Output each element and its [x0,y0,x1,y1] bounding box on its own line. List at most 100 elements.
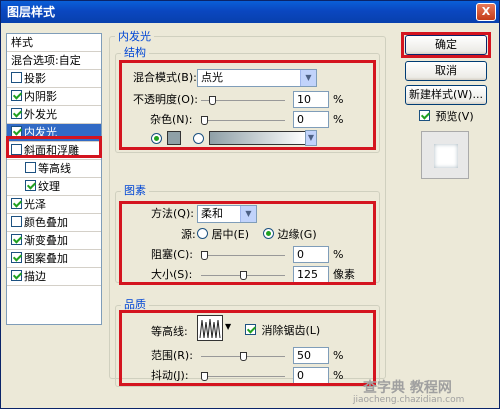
anti-alias-label: 消除锯齿(L) [261,324,321,337]
chevron-down-icon: ▼ [306,131,316,145]
style-list-item-label: 内阴影 [24,90,57,103]
style-list-item[interactable]: 图案叠加 [7,250,101,268]
ok-button[interactable]: 确定 [405,35,487,55]
choke-percent: % [333,248,344,261]
slider-thumb[interactable] [240,352,247,361]
checkbox-icon[interactable] [25,162,36,173]
source-center-label: 居中(E) [211,228,250,241]
elements-title: 图素 [121,185,149,197]
slider-thumb[interactable] [201,372,208,381]
checkbox-icon[interactable] [11,72,22,83]
checkbox-icon[interactable] [11,90,22,101]
range-input[interactable]: 50 [293,347,329,364]
gradient-radio[interactable] [193,133,204,146]
checkbox-icon[interactable] [11,270,22,281]
size-slider[interactable] [201,270,285,280]
style-list-item-label: 渐变叠加 [24,234,68,247]
style-list-item[interactable]: 斜面和浮雕 [7,142,101,160]
title-bar[interactable]: 图层样式 X [1,1,499,23]
style-list-item[interactable]: 投影 [7,70,101,88]
preview-checkbox[interactable]: 预览(V) [419,108,474,126]
checkbox-icon[interactable] [11,108,22,119]
anti-alias-checkbox[interactable]: 消除锯齿(L) [245,322,320,340]
slider-thumb[interactable] [240,271,247,280]
style-list-item-label: 投影 [24,72,46,85]
range-label: 范围(R): [151,349,193,362]
slider-thumb[interactable] [209,96,216,105]
checkbox-icon [245,324,256,335]
style-list-item-label: 样式 [11,36,33,49]
preview-label: 预览(V) [435,110,474,123]
style-list-item[interactable]: 混合选项:自定 [7,52,101,70]
noise-slider[interactable] [201,115,285,125]
technique-value: 柔和 [201,207,223,220]
range-slider[interactable] [201,351,285,361]
style-list-item-label: 颜色叠加 [24,216,68,229]
gradient-swatch[interactable] [209,131,307,145]
style-list-item[interactable]: 光泽 [7,196,101,214]
checkbox-icon[interactable] [11,216,22,227]
quality-title: 品质 [121,299,149,311]
inner-glow-title: 内发光 [115,31,154,43]
style-list-item[interactable]: 渐变叠加 [7,232,101,250]
glow-color-swatch[interactable] [167,131,181,145]
style-list-item[interactable]: 纹理 [7,178,101,196]
checkbox-icon[interactable] [11,198,22,209]
style-list-item-label: 光泽 [24,198,46,211]
style-list-item[interactable]: 等高线 [7,160,101,178]
solid-color-radio[interactable] [151,133,162,146]
checkbox-icon[interactable] [11,252,22,263]
style-list-item[interactable]: 内阴影 [7,88,101,106]
noise-input[interactable]: 0 [293,111,329,128]
source-center-radio[interactable]: 居中(E) [197,226,249,244]
style-list-item-label: 等高线 [38,162,71,175]
opacity-input[interactable]: 10 [293,91,329,108]
noise-percent: % [333,113,344,126]
style-list-item[interactable]: 内发光 [7,124,101,142]
structure-title: 结构 [121,47,149,59]
jitter-slider[interactable] [201,371,285,381]
style-list-item[interactable]: 描边 [7,268,101,286]
size-pixels: 像素 [333,268,355,281]
style-list-item[interactable]: 颜色叠加 [7,214,101,232]
radio-icon [197,228,208,239]
style-list-item-label: 图案叠加 [24,252,68,265]
checkbox-icon[interactable] [25,180,36,191]
jitter-label: 抖动(J): [151,369,189,382]
contour-curve-icon [199,318,221,339]
source-edge-label: 边缘(G) [277,228,317,241]
new-style-button[interactable]: 新建样式(W)... [405,85,487,105]
radio-dot-icon [151,133,162,144]
gradient-picker-button[interactable]: ▼ [305,130,317,146]
watermark-title: 查字典 教程网 [363,380,452,396]
range-percent: % [333,349,344,362]
checkbox-icon[interactable] [11,144,22,155]
technique-select[interactable]: 柔和 ▼ [197,205,257,223]
style-list-item[interactable]: 样式 [7,34,101,52]
slider-thumb[interactable] [201,116,208,125]
style-list-item-label: 混合选项:自定 [11,54,81,67]
source-label: 源: [181,228,196,241]
opacity-slider[interactable] [201,95,285,105]
choke-slider[interactable] [201,250,285,260]
radio-empty-icon [193,133,204,144]
jitter-input[interactable]: 0 [293,367,329,384]
source-edge-radio[interactable]: 边缘(G) [263,226,317,244]
close-button[interactable]: X [476,3,496,21]
preview-square [434,144,458,168]
style-list-item-label: 描边 [24,270,46,283]
checkbox-icon[interactable] [11,234,22,245]
noise-label: 杂色(N): [150,113,193,126]
checkbox-icon [419,110,430,121]
checkbox-icon[interactable] [11,126,22,137]
cancel-button[interactable]: 取消 [405,61,487,81]
dialog-body: 样式 混合选项:自定 投影 内阴影 外发光 内发光 斜面和浮雕 等高线 纹理 光泽 颜色叠加 渐变叠加… [1,23,499,408]
choke-input[interactable]: 0 [293,246,329,263]
chevron-down-icon[interactable]: ▼ [225,321,233,333]
slider-thumb[interactable] [201,251,208,260]
size-input[interactable]: 125 [293,266,329,283]
contour-picker[interactable] [197,315,223,341]
opacity-label: 不透明度(O): [133,93,198,106]
blend-mode-select[interactable]: 点光 ▼ [197,69,317,87]
style-list-item[interactable]: 外发光 [7,106,101,124]
